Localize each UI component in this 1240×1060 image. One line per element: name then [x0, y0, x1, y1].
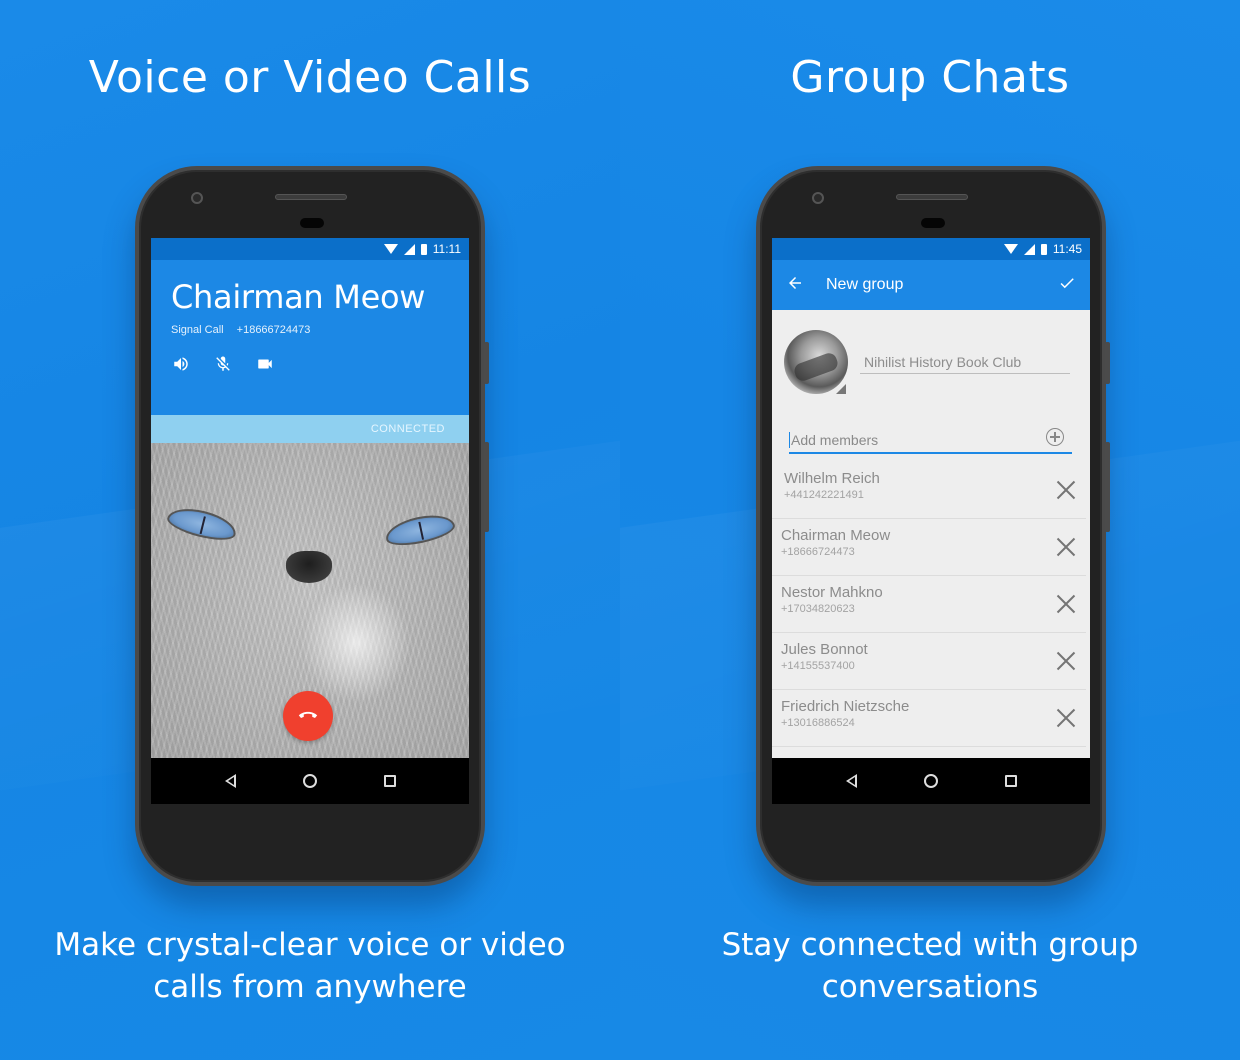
call-status-bar: CONNECTED	[151, 415, 469, 443]
cat-muzzle	[301, 583, 411, 703]
recent-apps-icon[interactable]	[383, 775, 396, 787]
wifi-icon	[383, 244, 398, 254]
speaker-icon[interactable]	[171, 354, 191, 374]
member-phone: +13016886524	[781, 717, 855, 729]
member-row: Wilhelm Reich +441242221491	[772, 462, 1086, 519]
member-list: Wilhelm Reich +441242221491 Chairman Meo…	[772, 462, 1086, 747]
home-icon[interactable]	[302, 774, 317, 788]
home-icon[interactable]	[923, 774, 938, 788]
wifi-icon	[1003, 244, 1018, 254]
back-arrow-icon[interactable]	[786, 274, 804, 297]
member-name: Jules Bonnot	[781, 641, 868, 658]
group-chats-panel: Group Chats 11:45 New group Nihilist His…	[620, 0, 1240, 1060]
remote-video-feed	[151, 443, 469, 777]
call-type: Signal Call	[171, 324, 224, 336]
status-time: 11:45	[1052, 242, 1082, 256]
new-group-screen: 11:45 New group Nihilist History Book Cl…	[772, 238, 1090, 804]
power-button	[1105, 342, 1110, 384]
caption-line-2: calls from anywhere	[153, 969, 467, 1005]
remove-member-icon[interactable]	[1056, 480, 1076, 500]
battery-icon	[1040, 243, 1047, 255]
power-button	[484, 342, 489, 384]
caption-line-1: Stay connected with group	[721, 927, 1139, 963]
member-row: Chairman Meow +18666724473	[772, 519, 1086, 576]
member-phone: +17034820623	[781, 603, 855, 615]
android-nav-bar	[151, 758, 469, 804]
call-number: +18666724473	[236, 324, 311, 336]
toolbar: New group	[772, 260, 1090, 310]
call-details: Signal Call +18666724473	[171, 324, 449, 336]
status-bar: 11:11	[151, 238, 469, 260]
volume-button	[1105, 442, 1110, 532]
volume-button	[484, 442, 489, 532]
remove-member-icon[interactable]	[1056, 594, 1076, 614]
member-row: Nestor Mahkno +17034820623	[772, 576, 1086, 633]
member-name: Wilhelm Reich	[784, 470, 880, 487]
toolbar-title: New group	[826, 276, 904, 293]
signal-icon	[403, 243, 415, 255]
member-row: Friedrich Nietzsche +13016886524	[772, 690, 1086, 747]
mic-off-icon[interactable]	[213, 354, 233, 374]
member-name: Nestor Mahkno	[781, 584, 883, 601]
remove-member-icon[interactable]	[1056, 651, 1076, 671]
status-time: 11:11	[432, 242, 461, 256]
back-icon[interactable]	[224, 774, 236, 788]
recent-apps-icon[interactable]	[1004, 775, 1017, 787]
end-call-button[interactable]	[283, 691, 333, 741]
member-phone: +18666724473	[781, 546, 855, 558]
add-members-row	[789, 428, 1072, 454]
member-name: Chairman Meow	[781, 527, 891, 544]
call-screen: 11:11 Chairman Meow Signal Call +1866672…	[151, 238, 469, 804]
phone-mockup: 11:45 New group Nihilist History Book Cl…	[756, 166, 1110, 886]
end-call-icon	[298, 711, 318, 718]
avatar-edit-indicator	[836, 384, 846, 394]
caption-line-2: conversations	[821, 969, 1039, 1005]
proximity-sensor	[300, 218, 324, 228]
panel-headline: Voice or Video Calls	[88, 52, 532, 103]
front-camera	[191, 192, 203, 204]
panel-headline: Group Chats	[790, 52, 1070, 103]
call-actions	[171, 354, 449, 374]
group-name-field[interactable]	[860, 354, 1070, 374]
call-header: Chairman Meow Signal Call +18666724473	[151, 260, 469, 415]
panel-caption: Make crystal-clear voice or video calls …	[0, 924, 620, 1008]
earpiece-speaker	[275, 194, 347, 200]
add-members-input[interactable]	[789, 432, 1046, 448]
battery-icon	[420, 243, 427, 255]
group-form: Wilhelm Reich +441242221491 Chairman Meo…	[772, 310, 1090, 758]
voice-video-calls-panel: Voice or Video Calls 11:11 Chairman Meow…	[0, 0, 620, 1060]
member-name: Friedrich Nietzsche	[781, 698, 910, 715]
member-phone: +441242221491	[784, 489, 864, 501]
contact-name: Chairman Meow	[171, 278, 426, 316]
proximity-sensor	[921, 218, 945, 228]
member-phone: +14155537400	[781, 660, 855, 672]
earpiece-speaker	[896, 194, 968, 200]
back-icon[interactable]	[845, 774, 857, 788]
panel-caption: Stay connected with group conversations	[620, 924, 1240, 1008]
phone-mockup: 11:11 Chairman Meow Signal Call +1866672…	[135, 166, 489, 886]
member-row: Jules Bonnot +14155537400	[772, 633, 1086, 690]
remove-member-icon[interactable]	[1056, 537, 1076, 557]
front-camera	[812, 192, 824, 204]
cat-nose	[286, 551, 332, 583]
remove-member-icon[interactable]	[1056, 708, 1076, 728]
status-bar: 11:45	[772, 238, 1090, 260]
confirm-check-icon[interactable]	[1058, 274, 1076, 297]
android-nav-bar	[772, 758, 1090, 804]
add-circle-icon[interactable]	[1046, 428, 1064, 446]
caption-line-1: Make crystal-clear voice or video	[54, 927, 566, 963]
video-camera-icon[interactable]	[255, 354, 275, 374]
signal-icon	[1023, 243, 1035, 255]
